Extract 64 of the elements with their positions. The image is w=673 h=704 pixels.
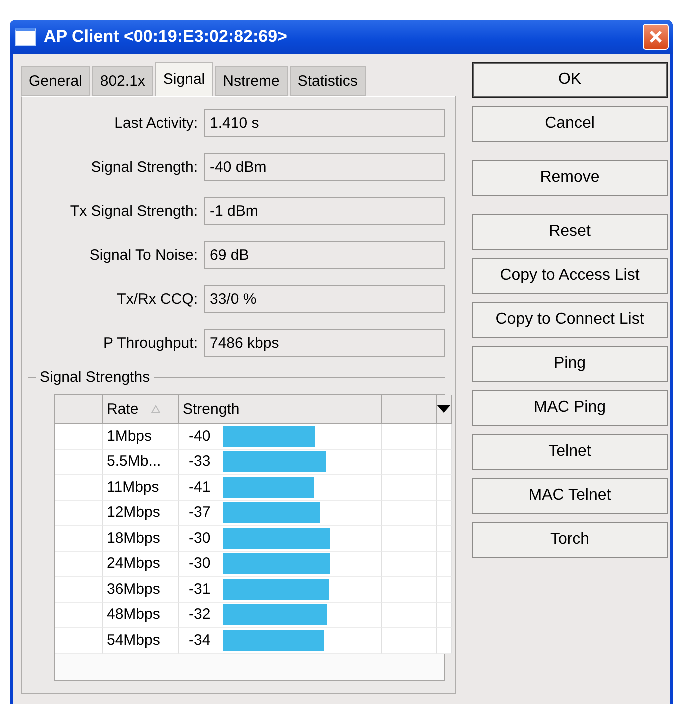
strength-value: -34: [188, 632, 212, 649]
rate-cell: 48Mbps: [103, 602, 179, 628]
strength-value: -32: [188, 606, 212, 624]
dialog-button[interactable]: MAC Telnet: [472, 478, 668, 514]
column-header[interactable]: Strength: [179, 395, 382, 424]
strength-value: -31: [188, 580, 212, 598]
tab[interactable]: 802.1x: [92, 66, 154, 96]
tab[interactable]: Nstreme: [215, 66, 288, 96]
strength-value: -33: [188, 453, 212, 470]
readonly-field: 69 dB: [204, 241, 445, 269]
strength-value: -30: [188, 530, 212, 547]
table-cell: [437, 424, 452, 450]
sort-icon: [150, 404, 161, 414]
field-label: Tx/Rx CCQ:: [116, 290, 199, 308]
table-cell: [437, 500, 452, 526]
dialog-button[interactable]: Remove: [472, 160, 668, 196]
dialog-button[interactable]: Telnet: [472, 434, 668, 470]
dialog-button[interactable]: Copy to Connect List: [472, 302, 668, 338]
field-label: Signal Strength:: [90, 158, 199, 176]
rate-cell: 36Mbps: [103, 577, 179, 602]
dialog-button[interactable]: Ping: [472, 346, 668, 382]
rate-cell: 18Mbps: [103, 526, 179, 552]
rate-cell: 24Mbps: [103, 552, 179, 577]
table-cell: [437, 475, 452, 500]
rate-cell: 11Mbps: [103, 475, 179, 500]
window-icon: [15, 28, 36, 46]
strength-value: -30: [188, 555, 212, 572]
field-label: Tx Signal Strength:: [69, 202, 199, 220]
tab[interactable]: Signal: [155, 62, 214, 96]
field-label: Signal To Noise:: [88, 246, 199, 264]
rate-cell: 12Mbps: [103, 500, 179, 526]
column-header[interactable]: Rate: [103, 395, 179, 424]
tab[interactable]: General: [21, 66, 90, 96]
rate-cell: 1Mbps: [103, 424, 179, 450]
table-cell: [437, 577, 452, 602]
readonly-field: -40 dBm: [204, 153, 445, 181]
rate-cell: 54Mbps: [103, 628, 179, 654]
tab[interactable]: Statistics: [290, 66, 366, 96]
table-cell: [437, 450, 452, 475]
strength-value: -40: [188, 428, 212, 445]
field-label: Last Activity:: [114, 114, 199, 132]
readonly-field: 33/0 %: [204, 285, 445, 313]
dialog-button[interactable]: Cancel: [472, 106, 668, 142]
field-label: P Throughput:: [102, 334, 199, 352]
strength-value: -41: [188, 478, 212, 496]
dropdown-icon: [437, 405, 451, 413]
dialog-button[interactable]: Reset: [472, 214, 668, 250]
table-cell: [437, 602, 452, 628]
close-button[interactable]: [643, 24, 669, 50]
dialog-button[interactable]: MAC Ping: [472, 390, 668, 426]
column-menu-button[interactable]: [437, 395, 452, 424]
readonly-field: 7486 kbps: [204, 329, 445, 357]
strength-value: -37: [188, 504, 212, 522]
dialog-button[interactable]: Copy to Access List: [472, 258, 668, 294]
readonly-field: 1.410 s: [204, 109, 445, 137]
dialog-button[interactable]: Torch: [472, 522, 668, 558]
window-title: AP Client <00:19:E3:02:82:69>: [44, 27, 288, 47]
dialog-button[interactable]: OK: [472, 62, 668, 98]
table-cell: [437, 526, 452, 552]
group-title: Signal Strengths: [39, 369, 152, 386]
readonly-field: -1 dBm: [204, 197, 445, 225]
table-cell: [437, 552, 452, 577]
rate-cell: 5.5Mb...: [103, 450, 179, 475]
close-icon: [648, 29, 664, 45]
